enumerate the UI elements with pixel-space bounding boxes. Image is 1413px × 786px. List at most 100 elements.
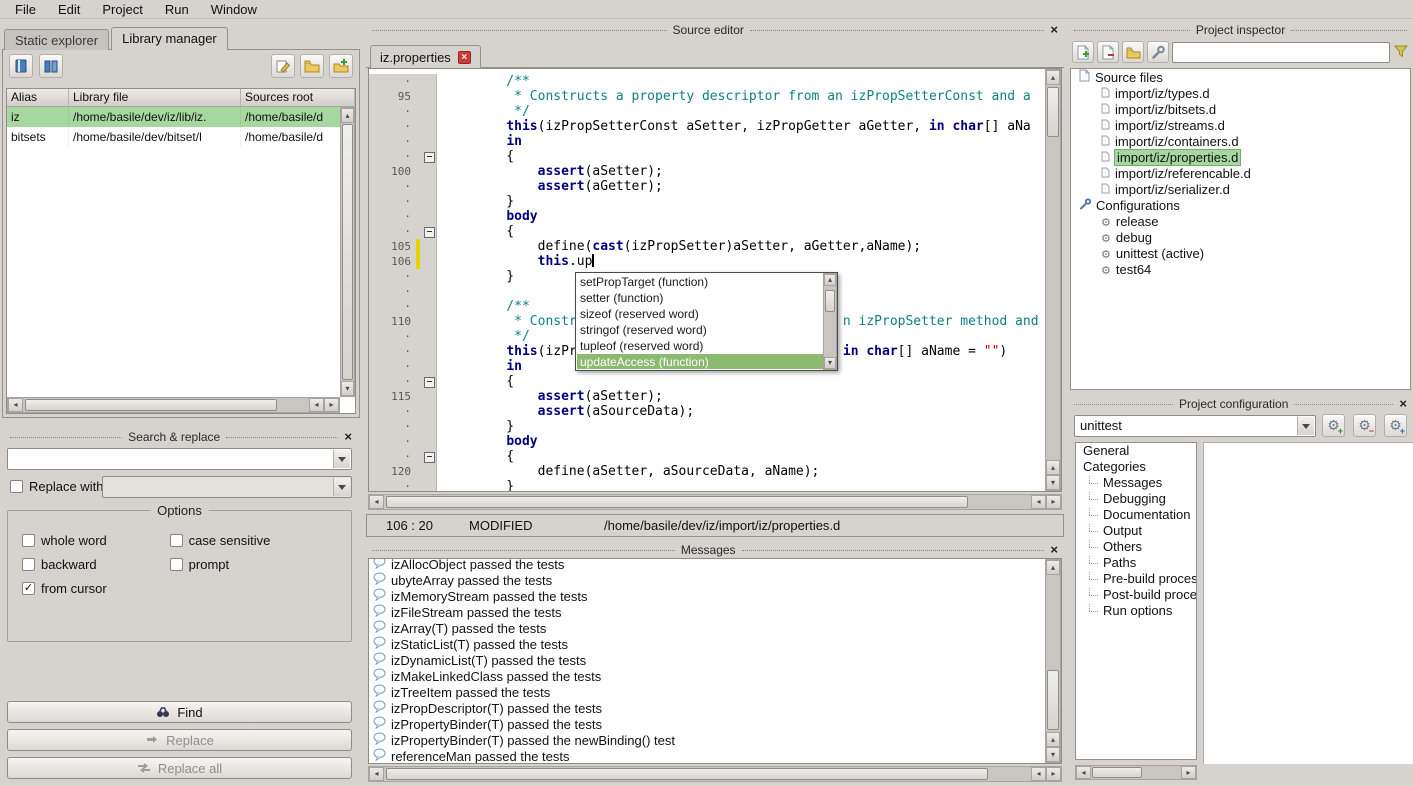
clone-configuration-button[interactable]: ⚙+	[1384, 414, 1407, 437]
scrollbar-thumb[interactable]	[1092, 767, 1142, 778]
scrollbar-thumb[interactable]	[386, 496, 968, 508]
replace-with-checkbox[interactable]: Replace with	[10, 479, 103, 494]
tree-item-import-iz-serializer-d[interactable]: import/iz/serializer.d	[1071, 181, 1410, 197]
tree-item-import-iz-streams-d[interactable]: import/iz/streams.d	[1071, 117, 1410, 133]
scroll-up-icon[interactable]: ▴	[1046, 560, 1060, 575]
tree-item-unittest-active[interactable]: ⚙unittest (active)	[1071, 245, 1410, 261]
checkbox-backward[interactable]: backward	[22, 557, 170, 572]
column-header-alias[interactable]: Alias	[7, 89, 69, 106]
chevron-down-icon[interactable]	[333, 450, 350, 468]
close-editor-panel-icon[interactable]: ×	[1050, 24, 1058, 35]
tree-item-import-iz-referencable-d[interactable]: import/iz/referencable.d	[1071, 165, 1410, 181]
category-others[interactable]: Others	[1076, 539, 1196, 555]
menu-project[interactable]: Project	[91, 1, 153, 18]
chevron-down-icon[interactable]	[333, 478, 350, 496]
close-tab-icon[interactable]: ×	[458, 51, 471, 64]
scroll-down-icon[interactable]: ▾	[824, 357, 836, 369]
scroll-left-icon[interactable]: ◂	[369, 495, 384, 509]
checkbox-case-sensitive[interactable]: case sensitive	[170, 533, 343, 548]
close-search-panel-icon[interactable]: ×	[344, 431, 352, 442]
edit-alias-button[interactable]	[271, 54, 295, 78]
library-row[interactable]: bitsets/home/basile/dev/bitset/l/home/ba…	[7, 127, 355, 147]
tree-item-import-iz-types-d[interactable]: import/iz/types.d	[1071, 85, 1410, 101]
scroll-down-icon[interactable]: ▾	[1046, 747, 1060, 762]
scrollbar-thumb[interactable]	[1047, 87, 1059, 137]
scroll-up-icon[interactable]: ▴	[341, 108, 354, 123]
category-paths[interactable]: Paths	[1076, 555, 1196, 571]
fold-marker-icon[interactable]	[421, 149, 437, 164]
category-debugging[interactable]: Debugging	[1076, 491, 1196, 507]
message-item[interactable]: izDynamicList(T) passed the tests	[369, 652, 1045, 668]
menu-window[interactable]: Window	[200, 1, 268, 18]
message-item[interactable]: izTreeItem passed the tests	[369, 684, 1045, 700]
completion-item[interactable]: setter (function)	[577, 290, 823, 306]
library-table-vscrollbar[interactable]: ▴ ▾	[340, 107, 355, 397]
checkbox-whole-word[interactable]: whole word	[22, 533, 170, 548]
message-item[interactable]: izMemoryStream passed the tests	[369, 588, 1045, 604]
checkbox-prompt[interactable]: prompt	[170, 557, 343, 572]
tree-item-import-iz-bitsets-d[interactable]: import/iz/bitsets.d	[1071, 101, 1410, 117]
tree-item-configurations[interactable]: Configurations	[1071, 197, 1410, 213]
project-options-button[interactable]	[1147, 41, 1169, 63]
category-general[interactable]: General	[1076, 443, 1196, 459]
scroll-down-icon[interactable]: ▾	[341, 381, 354, 396]
scrollbar-thumb[interactable]	[25, 399, 277, 411]
tree-item-debug[interactable]: ⚙debug	[1071, 229, 1410, 245]
message-item[interactable]: izFileStream passed the tests	[369, 604, 1045, 620]
completion-item[interactable]: sizeof (reserved word)	[577, 306, 823, 322]
tree-item-import-iz-properties-d[interactable]: import/iz/properties.d	[1071, 149, 1410, 165]
search-term-combobox[interactable]	[7, 448, 352, 470]
scroll-left-icon[interactable]: ◂	[369, 767, 384, 781]
remove-library-button[interactable]	[39, 54, 63, 78]
editor-vscrollbar[interactable]: ▴ ▴ ▾	[1045, 69, 1061, 491]
replace-term-combobox[interactable]	[102, 476, 352, 498]
fold-marker-icon[interactable]	[421, 374, 437, 389]
scrollbar-thumb[interactable]	[342, 124, 353, 380]
scroll-up-icon[interactable]: ▴	[1046, 70, 1060, 85]
menu-edit[interactable]: Edit	[47, 1, 91, 18]
messages-vscrollbar[interactable]: ▴ ▴ ▾	[1045, 559, 1061, 763]
menu-file[interactable]: File	[4, 1, 47, 18]
categories-hscrollbar[interactable]: ◂ ▸	[1075, 765, 1197, 780]
library-table-hscrollbar[interactable]: ◂ ◂ ▸	[7, 397, 340, 413]
column-header-sources-root[interactable]: Sources root	[241, 89, 355, 106]
scroll-up-icon[interactable]: ▴	[1046, 460, 1060, 475]
replace-button[interactable]: Replace	[7, 729, 352, 751]
scroll-right-icon[interactable]: ▸	[324, 398, 339, 412]
scrollbar-thumb[interactable]	[1047, 670, 1059, 730]
scroll-up-icon[interactable]: ▴	[1046, 732, 1060, 747]
category-documentation[interactable]: Documentation	[1076, 507, 1196, 523]
menu-run[interactable]: Run	[154, 1, 200, 18]
message-item[interactable]: izPropertyBinder(T) passed the tests	[369, 716, 1045, 732]
tab-static-explorer[interactable]: Static explorer	[4, 29, 109, 50]
scroll-left-icon[interactable]: ◂	[1031, 495, 1046, 509]
message-item[interactable]: izStaticList(T) passed the tests	[369, 636, 1045, 652]
scroll-right-icon[interactable]: ▸	[1181, 766, 1196, 779]
scroll-up-icon[interactable]: ▴	[824, 274, 836, 286]
add-sources-folder-button[interactable]	[329, 54, 353, 78]
editor-tab-iz-properties[interactable]: iz.properties ×	[370, 45, 481, 69]
tree-item-release[interactable]: ⚙release	[1071, 213, 1410, 229]
scroll-right-icon[interactable]: ▸	[1046, 495, 1061, 509]
tab-library-manager[interactable]: Library manager	[111, 27, 228, 50]
remove-source-button[interactable]	[1097, 41, 1119, 63]
scroll-left-icon[interactable]: ◂	[309, 398, 324, 412]
inspector-filter-input[interactable]	[1172, 42, 1390, 63]
message-item[interactable]: izPropDescriptor(T) passed the tests	[369, 700, 1045, 716]
scroll-left-icon[interactable]: ◂	[1076, 766, 1091, 779]
checkbox-from-cursor[interactable]: ✓from cursor	[22, 581, 170, 596]
close-config-panel-icon[interactable]: ×	[1399, 398, 1407, 409]
close-messages-panel-icon[interactable]: ×	[1050, 544, 1058, 555]
tree-item-source-files[interactable]: Source files	[1071, 69, 1410, 85]
fold-marker-icon[interactable]	[421, 224, 437, 239]
add-library-button[interactable]	[9, 54, 33, 78]
category-run-options[interactable]: Run options	[1076, 603, 1196, 619]
find-button[interactable]: Find	[7, 701, 352, 723]
message-item[interactable]: izPropertyBinder(T) passed the newBindin…	[369, 732, 1045, 748]
chevron-down-icon[interactable]	[1297, 417, 1314, 435]
fold-marker-icon[interactable]	[421, 449, 437, 464]
remove-configuration-button[interactable]: ⚙−	[1353, 414, 1376, 437]
add-source-button[interactable]	[1072, 41, 1094, 63]
tree-item-test64[interactable]: ⚙test64	[1071, 261, 1410, 277]
completion-item[interactable]: tupleof (reserved word)	[577, 338, 823, 354]
